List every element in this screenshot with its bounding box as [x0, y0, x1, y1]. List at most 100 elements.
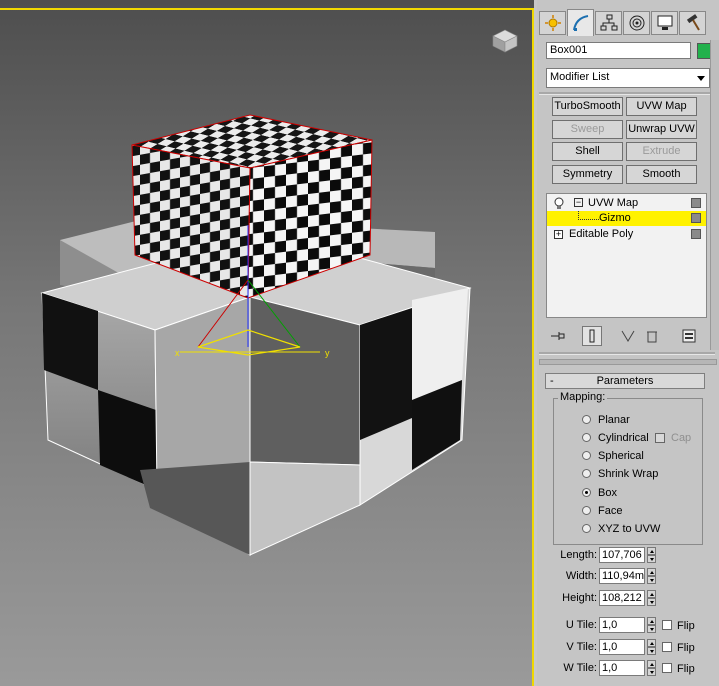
divider	[539, 352, 715, 355]
modifier-list-dropdown[interactable]: Modifier List	[546, 68, 710, 88]
height-spinner[interactable]	[647, 590, 656, 606]
height-label: Height:	[562, 592, 597, 604]
stack-item-toggle[interactable]	[691, 198, 701, 208]
stack-item-gizmo[interactable]: Gizmo	[547, 211, 706, 226]
show-end-result-icon	[589, 329, 595, 343]
w-tile-field[interactable]: 1,0	[599, 660, 645, 676]
radio-button[interactable]	[582, 433, 591, 442]
stack-item-toggle[interactable]	[691, 213, 701, 223]
v-tile-spinner[interactable]	[647, 639, 656, 655]
turbosmooth-button[interactable]: TurboSmooth	[552, 97, 623, 116]
command-panel: Box001 Modifier List TurboSmooth UVW Map…	[537, 0, 719, 686]
collapse-icon[interactable]: −	[574, 198, 583, 207]
configure-icon	[682, 329, 696, 343]
radio-button[interactable]	[582, 469, 591, 478]
sweep-button[interactable]: Sweep	[552, 120, 623, 139]
symmetry-button[interactable]: Symmetry	[552, 165, 623, 184]
mapping-label: Mapping:	[558, 391, 608, 403]
make-unique-button[interactable]	[618, 326, 638, 346]
hierarchy-tab[interactable]	[595, 11, 622, 35]
width-field[interactable]: 110,94m	[599, 568, 645, 584]
u-flip-checkbox[interactable]	[662, 620, 672, 630]
radio-planar[interactable]: Planar	[582, 412, 719, 428]
length-label: Length:	[560, 549, 597, 561]
smooth-button[interactable]: Smooth	[626, 165, 697, 184]
w-tile-label: W Tile:	[563, 662, 597, 674]
panel-scrollbar[interactable]	[710, 40, 719, 350]
radio-cylindrical[interactable]: Cylindrical	[582, 430, 719, 446]
pin-icon	[551, 332, 565, 340]
w-flip-checkbox[interactable]	[662, 663, 672, 673]
stack-item-editable-poly[interactable]: + Editable Poly	[547, 227, 706, 242]
w-flip-label: Flip	[677, 663, 695, 675]
stack-item-label: Gizmo	[599, 212, 631, 224]
perspective-viewport[interactable]: x y	[0, 0, 534, 686]
expand-icon[interactable]: +	[554, 230, 563, 239]
remove-modifier-button[interactable]	[642, 326, 662, 346]
display-icon	[657, 15, 672, 30]
parameters-rollout-header[interactable]: - Parameters	[545, 373, 705, 389]
extrude-button[interactable]: Extrude	[626, 142, 697, 161]
length-field[interactable]: 107,706	[599, 547, 645, 563]
viewcube-icon[interactable]	[490, 26, 520, 54]
rollout-toggle-icon: -	[550, 375, 554, 387]
stack-item-uvw-map[interactable]: − UVW Map	[547, 196, 706, 211]
hierarchy-icon	[600, 14, 617, 31]
modify-tab[interactable]	[567, 9, 594, 36]
show-end-result-button[interactable]	[582, 326, 602, 346]
radio-button[interactable]	[582, 451, 591, 460]
stack-item-toggle[interactable]	[691, 229, 701, 239]
rollout-title: Parameters	[596, 375, 654, 387]
motion-tab[interactable]	[623, 11, 650, 35]
trash-icon	[647, 331, 657, 343]
radio-button[interactable]	[582, 415, 591, 424]
uvw-map-button[interactable]: UVW Map	[626, 97, 697, 116]
stack-toolbar	[546, 326, 716, 346]
create-tab[interactable]	[539, 11, 566, 35]
axis-x-label: x	[175, 348, 180, 358]
width-label: Width:	[565, 570, 597, 582]
object-name-field[interactable]: Box001	[546, 42, 691, 59]
u-tile-label: U Tile:	[565, 619, 597, 631]
stack-item-label: UVW Map	[588, 197, 639, 209]
chevron-down-icon	[697, 76, 705, 81]
create-icon	[544, 15, 561, 31]
radio-box[interactable]: Box	[582, 485, 719, 501]
utilities-tab[interactable]	[679, 11, 706, 35]
length-spinner[interactable]	[647, 547, 656, 563]
radio-xyz-to-uvw[interactable]: XYZ to UVW	[582, 521, 719, 537]
cap-checkbox[interactable]	[655, 433, 665, 443]
u-tile-field[interactable]: 1,0	[599, 617, 645, 633]
display-tab[interactable]	[651, 11, 678, 35]
w-tile-spinner[interactable]	[647, 660, 656, 676]
hammer-icon	[686, 14, 700, 31]
scene-render: x y	[40, 114, 472, 556]
radio-face[interactable]: Face	[582, 503, 719, 519]
pin-stack-button[interactable]	[548, 326, 568, 346]
active-viewport-border	[532, 8, 534, 686]
radio-button[interactable]	[582, 524, 591, 533]
v-tile-field[interactable]: 1,0	[599, 639, 645, 655]
v-flip-label: Flip	[677, 642, 695, 654]
radio-shrink-wrap[interactable]: Shrink Wrap	[582, 466, 719, 482]
radio-button[interactable]	[582, 506, 591, 515]
tree-line	[578, 211, 599, 220]
modifier-stack[interactable]: − UVW Map Gizmo + Editable Poly	[546, 193, 707, 318]
u-tile-spinner[interactable]	[647, 617, 656, 633]
width-spinner[interactable]	[647, 568, 656, 584]
v-tile-label: V Tile:	[566, 641, 597, 653]
v-flip-checkbox[interactable]	[662, 642, 672, 652]
modify-icon	[572, 15, 588, 31]
shell-button[interactable]: Shell	[552, 142, 623, 161]
panel-scroll-handle[interactable]	[539, 359, 717, 365]
divider	[539, 92, 715, 95]
modifier-list-label: Modifier List	[550, 71, 610, 83]
radio-spherical[interactable]: Spherical	[582, 448, 719, 464]
configure-modifier-sets-button[interactable]	[679, 326, 699, 346]
command-panel-tabs	[537, 9, 719, 36]
radio-button-selected[interactable]	[582, 488, 591, 497]
height-field[interactable]: 108,212	[599, 590, 645, 606]
active-viewport-border	[0, 8, 534, 10]
lightbulb-icon[interactable]	[554, 197, 564, 210]
unwrap-uvw-button[interactable]: Unwrap UVW	[626, 120, 697, 139]
